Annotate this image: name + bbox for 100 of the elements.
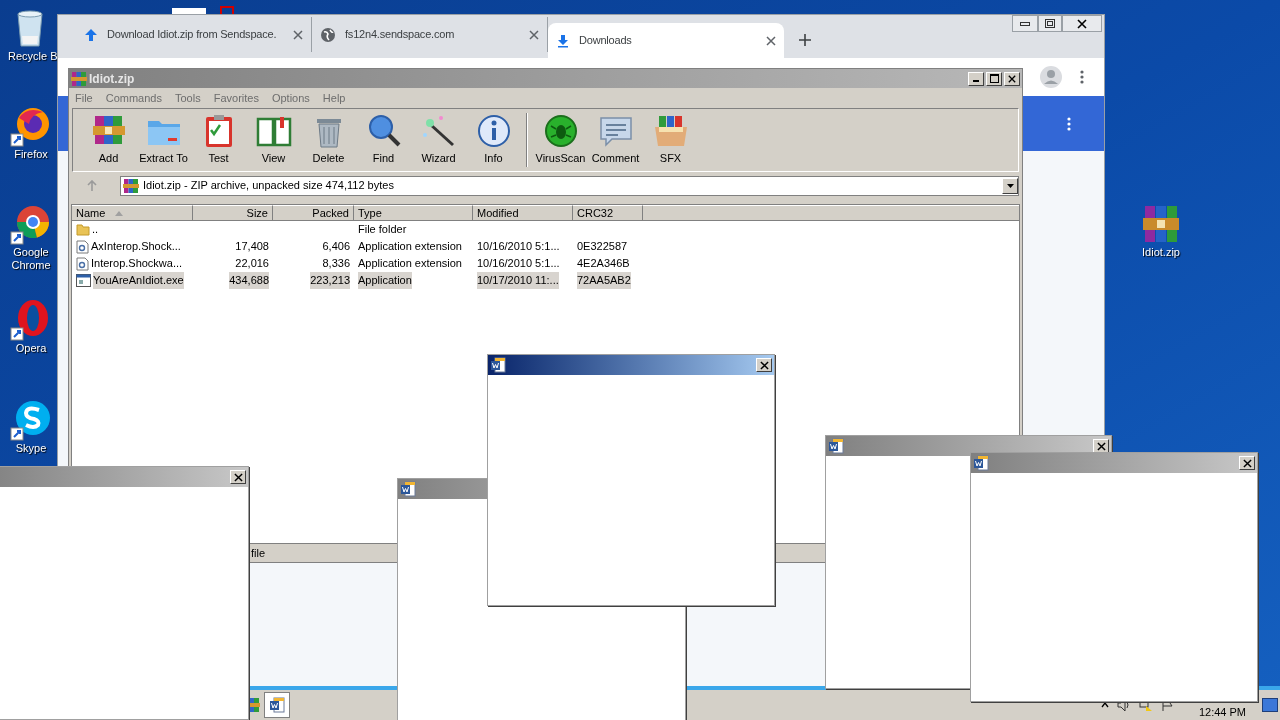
tab-title: Download Idiot.zip from Sendspace. [107, 27, 278, 43]
folder-icon [76, 223, 90, 236]
tab-title: fs12n4.sendspace.com [345, 27, 456, 43]
info-icon [475, 113, 512, 150]
close-icon [1096, 441, 1106, 451]
chat-s-icon [9, 398, 53, 442]
stacked-books-icon [71, 70, 87, 87]
document-icon [973, 455, 989, 471]
restore-button[interactable] [1038, 15, 1062, 32]
gear-file-icon [76, 239, 89, 254]
toolbar-button[interactable]: VirusScan [533, 110, 588, 170]
minimize-button[interactable] [1012, 15, 1038, 32]
table-cell-text: 17,408 [235, 239, 269, 255]
close-icon [1008, 74, 1016, 83]
desktop-icon-label[interactable]: Google Chrome [6, 246, 56, 272]
table-cell: Application [358, 272, 412, 289]
close-icon[interactable] [293, 29, 303, 40]
toolbar-button[interactable]: Find [356, 110, 411, 170]
document-icon [269, 697, 285, 713]
clock[interactable]: 12:44 PM [1198, 706, 1246, 718]
column-header[interactable]: Type [354, 205, 473, 221]
close-icon [1077, 18, 1087, 29]
close-icon[interactable] [529, 29, 539, 40]
stacked-books-icon [123, 177, 139, 194]
table-cell-text: File folder [358, 222, 407, 238]
address-text: Idiot.zip - ZIP archive, unpacked size 474,112 bytes [143, 178, 395, 194]
taskbar-button[interactable] [264, 692, 290, 718]
desktop-icon-label[interactable]: Idiot.zip [1142, 246, 1180, 259]
table-cell-text: Application extension [358, 256, 462, 272]
file-name[interactable]: AxInterop.Shock... [91, 238, 181, 255]
close-icon[interactable] [766, 35, 776, 46]
bug-icon [542, 113, 579, 150]
plus-icon[interactable] [798, 33, 812, 47]
file-name[interactable]: .. [92, 221, 99, 238]
globe-icon [320, 26, 336, 43]
table-cell-text: 10/16/2010 5:1... [477, 239, 560, 255]
desktop-icon-label[interactable]: Skype [15, 442, 47, 455]
column-header[interactable]: Size [193, 205, 273, 221]
column-header[interactable]: Modified [473, 205, 573, 221]
table-cell: 72AA5AB2 [577, 272, 631, 289]
table-cell-text: 8,336 [322, 256, 350, 272]
status-text: file [251, 545, 266, 561]
avatar-icon[interactable] [1040, 66, 1062, 88]
close-icon [1242, 458, 1252, 468]
table-cell-text: 22,016 [235, 256, 269, 272]
browser-tab[interactable]: Downloads [548, 23, 784, 58]
menu-item[interactable]: Favorites [213, 89, 259, 107]
menu-item[interactable]: Options [271, 89, 310, 107]
maximize-button[interactable] [986, 71, 1002, 86]
close-button[interactable] [1062, 15, 1102, 32]
close-icon [759, 360, 769, 370]
minimize-icon [1020, 21, 1030, 26]
toolbar-button[interactable]: Extract To [136, 110, 191, 170]
close-icon [233, 472, 243, 482]
sort-arrow-icon [115, 210, 124, 216]
toolbar-button[interactable]: Test [191, 110, 246, 170]
menu-item[interactable]: Tools [175, 89, 201, 107]
toolbar-button[interactable]: SFX [643, 110, 698, 170]
toolbar-button[interactable]: Delete [301, 110, 356, 170]
tab-title: Downloads [579, 33, 633, 49]
table-cell: 223,213 [310, 272, 350, 289]
file-name[interactable]: YouAreAnIdiot.exe [93, 272, 184, 289]
browser-tab[interactable]: fs12n4.sendspace.com [312, 17, 548, 52]
document-icon [400, 481, 416, 497]
up-arrow-icon [84, 27, 98, 42]
menu-item[interactable]: Commands [105, 89, 162, 107]
table-cell-text: 6,406 [322, 239, 350, 255]
desktop-icon-label[interactable]: Opera [15, 342, 47, 355]
table-cell-text: 10/16/2010 5:1... [477, 256, 560, 272]
window-title: Idiot.zip [89, 70, 136, 88]
more-menu-icon[interactable] [1067, 116, 1071, 131]
table-cell: 10/17/2010 11:... [477, 272, 559, 289]
toolbar-button[interactable]: Wizard [411, 110, 466, 170]
table-cell-text: 0E322587 [577, 239, 628, 255]
toolbar-button[interactable]: Add [81, 110, 136, 170]
table-cell-text: Application extension [358, 239, 462, 255]
desktop-icon-label[interactable]: Firefox [14, 148, 48, 161]
maximize-icon [989, 74, 999, 83]
toolbar-button[interactable]: Info [466, 110, 521, 170]
caret-up-icon[interactable] [1100, 702, 1109, 708]
window-icon [76, 274, 91, 287]
restore-icon [1045, 19, 1055, 28]
up-arrow-icon [86, 179, 98, 192]
column-header[interactable]: CRC32 [573, 205, 643, 221]
table-cell-text: 4E2A346B [577, 256, 630, 272]
column-header[interactable]: Name [72, 205, 193, 221]
gear-file-icon [76, 256, 89, 271]
table-cell: 434,688 [229, 272, 269, 289]
desktop-icon-label[interactable]: Recycle B [8, 50, 58, 63]
caret-icon [1006, 183, 1014, 188]
toolbar-button[interactable]: Comment [588, 110, 643, 170]
address-field[interactable]: Idiot.zip - ZIP archive, unpacked size 474,112 bytes [120, 175, 1019, 196]
browser-tab[interactable]: Download Idiot.zip from Sendspace. [76, 17, 312, 52]
toolbar-button[interactable]: View [246, 110, 301, 170]
more-menu-icon[interactable] [1080, 70, 1084, 84]
download-icon [556, 33, 570, 48]
column-header[interactable]: Packed [273, 205, 354, 221]
dropdown-button[interactable] [1002, 177, 1018, 194]
document-icon [828, 438, 844, 454]
file-name[interactable]: Interop.Shockwa... [91, 255, 183, 272]
